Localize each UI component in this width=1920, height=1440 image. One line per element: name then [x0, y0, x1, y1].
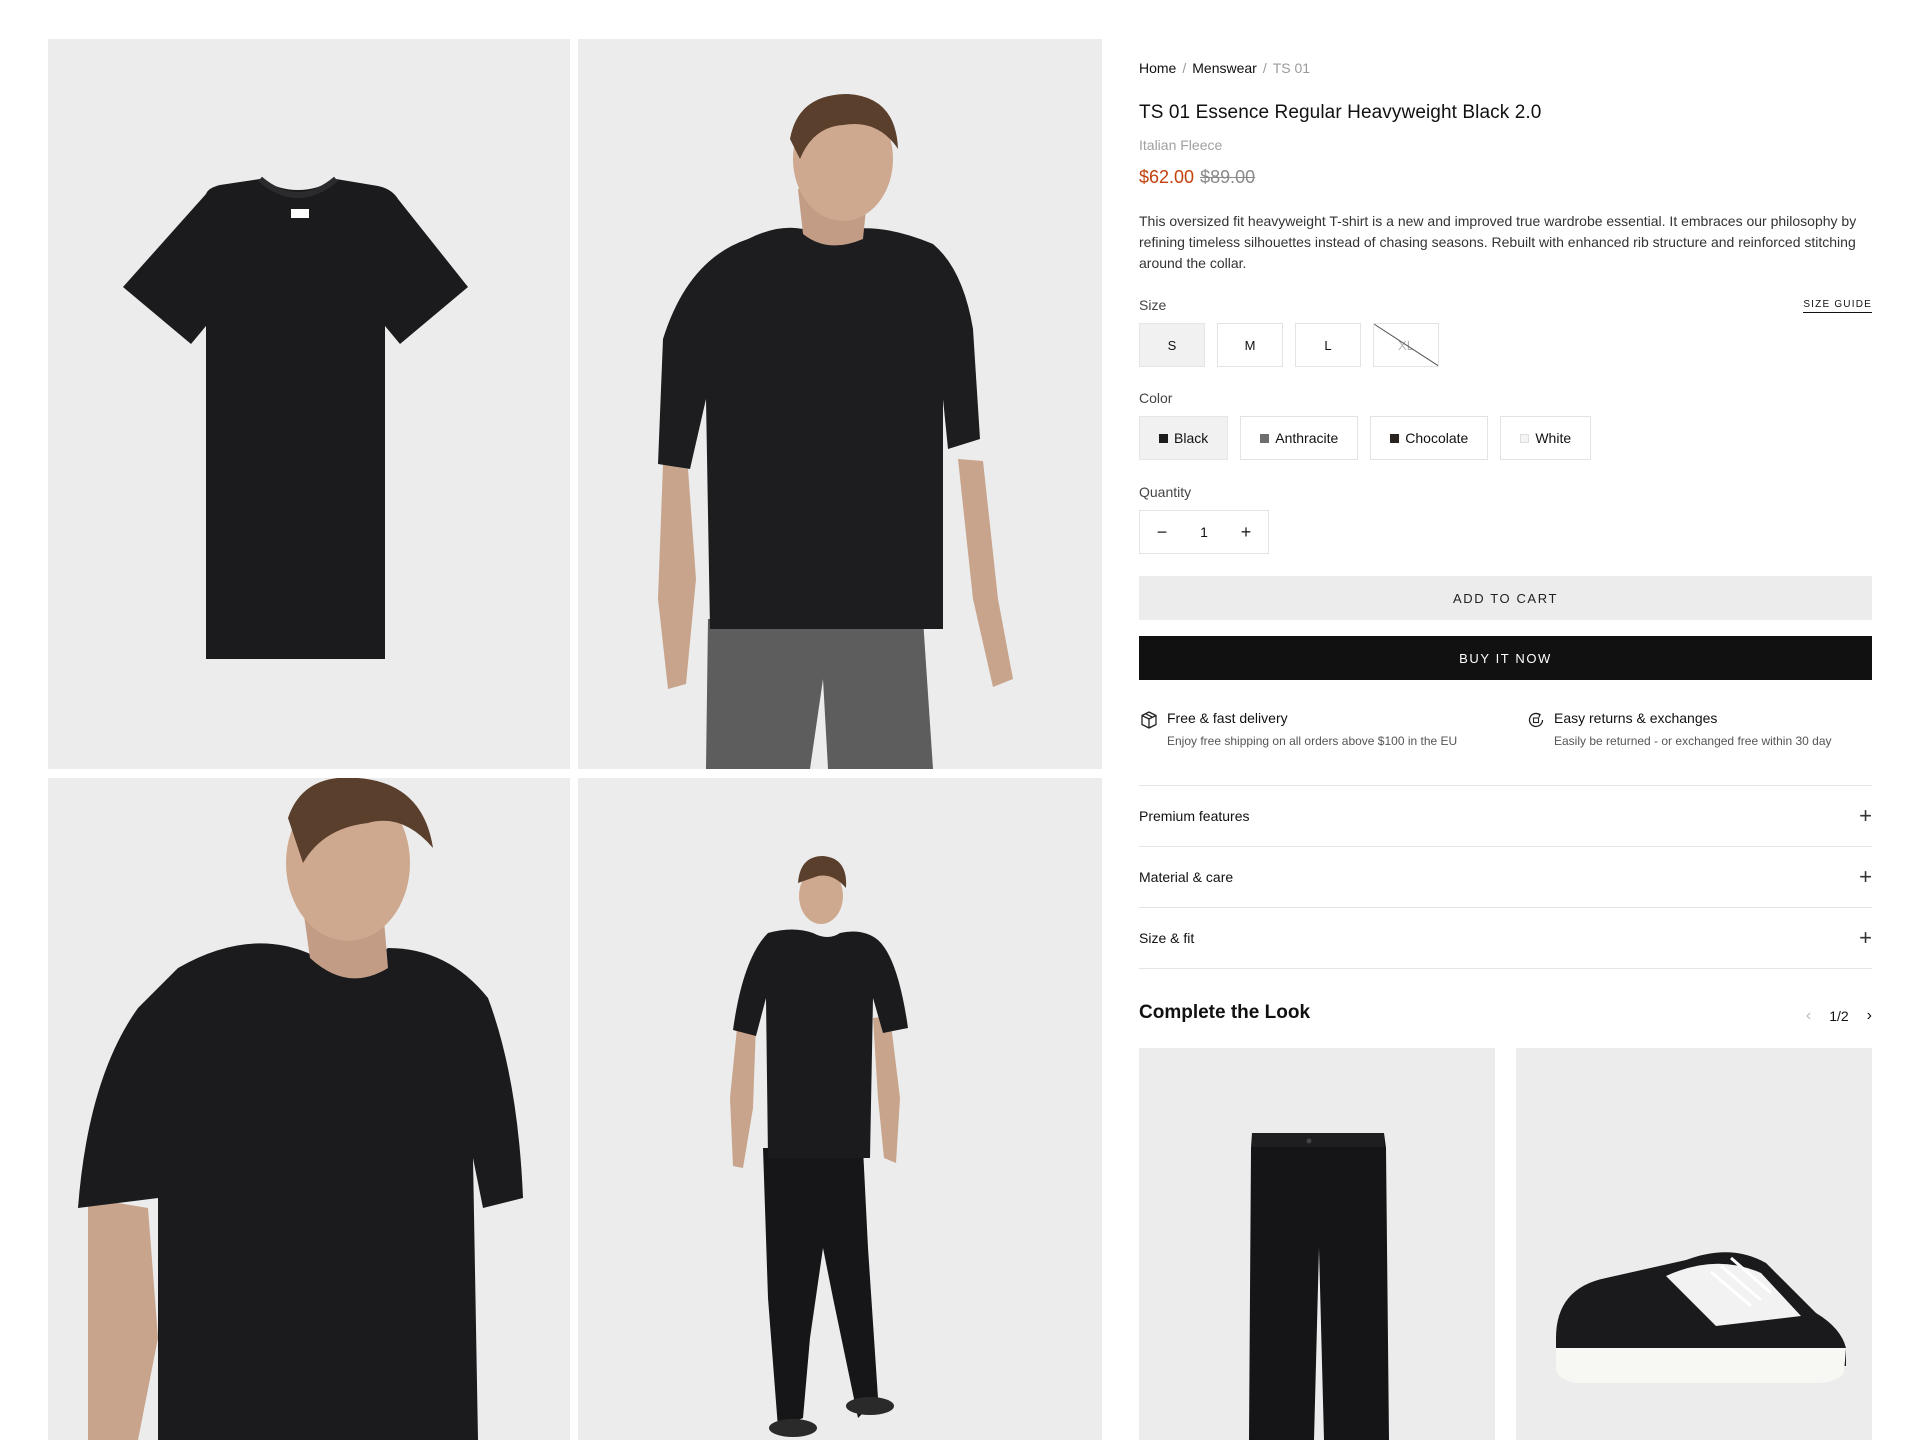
original-price: $89.00: [1200, 167, 1256, 187]
model-full-body-image[interactable]: [578, 778, 1102, 1440]
plus-icon: +: [1859, 803, 1872, 828]
product-price: $62.00 $89.00: [1139, 167, 1255, 188]
chevron-right-icon[interactable]: ›: [1867, 1007, 1872, 1025]
size-option-xl[interactable]: XL: [1373, 323, 1439, 367]
breadcrumb-current: TS 01: [1272, 60, 1311, 76]
quantity-increase-button[interactable]: +: [1238, 522, 1254, 543]
product-title: TS 01 Essence Regular Heavyweight Black …: [1139, 102, 1542, 123]
size-option-l[interactable]: L: [1295, 323, 1361, 367]
quantity-decrease-button[interactable]: −: [1154, 522, 1170, 543]
plus-icon: +: [1859, 864, 1872, 889]
color-option-chocolate[interactable]: Chocolate: [1370, 416, 1489, 460]
product-subtitle: Italian Fleece: [1139, 137, 1223, 153]
product-gallery: [48, 39, 1102, 1440]
pager-count: 1/2: [1829, 1008, 1849, 1024]
black-swatch-icon: [1159, 433, 1168, 443]
buy-now-button[interactable]: BUY IT NOW: [1139, 636, 1872, 680]
tshirt-flat-image[interactable]: [48, 39, 570, 769]
color-option-anthracite[interactable]: Anthracite: [1240, 416, 1359, 460]
white-swatch-icon: [1520, 433, 1530, 443]
color-label: Color: [1139, 390, 1173, 406]
perk-subtitle: Easily be returned - or exchanged free w…: [1554, 734, 1832, 748]
quantity-value[interactable]: 1: [1200, 524, 1208, 540]
breadcrumb-home-link[interactable]: Home: [1139, 60, 1176, 76]
perk-subtitle: Enjoy free shipping on all orders above …: [1167, 734, 1458, 748]
perk-free-delivery: Free & fast delivery Enjoy free shipping…: [1139, 710, 1457, 748]
accordion-size-fit[interactable]: Size & fit +: [1139, 908, 1872, 969]
look-item-sneakers[interactable]: [1516, 1048, 1872, 1440]
accordion-material-care[interactable]: Material & care +: [1139, 847, 1872, 908]
size-option-s[interactable]: S: [1139, 323, 1205, 367]
complete-the-look-pager: ‹ 1/2 ›: [1806, 1007, 1872, 1025]
color-option-white[interactable]: White: [1500, 416, 1592, 460]
chocolate-swatch-icon: [1390, 433, 1400, 443]
return-icon: [1528, 712, 1544, 728]
box-icon: [1141, 711, 1157, 729]
add-to-cart-button[interactable]: ADD TO CART: [1139, 576, 1872, 620]
size-option-m[interactable]: M: [1217, 323, 1283, 367]
look-item-trousers[interactable]: [1139, 1048, 1495, 1440]
perk-title: Free & fast delivery: [1167, 710, 1288, 726]
size-label: Size: [1139, 297, 1167, 313]
model-front-image[interactable]: [578, 39, 1102, 769]
size-selector: S M L XL: [1139, 323, 1439, 367]
plus-icon: +: [1859, 925, 1872, 950]
model-closeup-image[interactable]: [48, 778, 570, 1440]
breadcrumb: Home / Menswear / TS 01: [1139, 60, 1311, 76]
quantity-label: Quantity: [1139, 484, 1192, 500]
perk-easy-returns: Easy returns & exchanges Easily be retur…: [1526, 710, 1832, 748]
color-option-black[interactable]: Black: [1139, 416, 1229, 460]
accordion-premium-features[interactable]: Premium features +: [1139, 786, 1872, 847]
chevron-left-icon[interactable]: ‹: [1806, 1007, 1811, 1025]
size-guide-link[interactable]: SIZE GUIDE: [1803, 299, 1872, 313]
product-info-panel: Home / Menswear / TS 01 TS 01 Essence Regula…: [1139, 0, 1872, 1440]
anthracite-swatch-icon: [1260, 433, 1270, 443]
product-accordion: Premium features + Material & care + Siz…: [1139, 785, 1872, 969]
breadcrumb-menswear-link[interactable]: Menswear: [1192, 60, 1257, 76]
color-selector: Black Anthracite Chocolate White: [1139, 416, 1592, 460]
quantity-stepper: − 1 +: [1139, 510, 1269, 554]
sale-price: $62.00: [1139, 167, 1195, 187]
product-description: This oversized fit heavyweight T-shirt i…: [1139, 213, 1857, 271]
perk-title: Easy returns & exchanges: [1554, 710, 1718, 726]
complete-the-look-title: Complete the Look: [1139, 1002, 1311, 1023]
